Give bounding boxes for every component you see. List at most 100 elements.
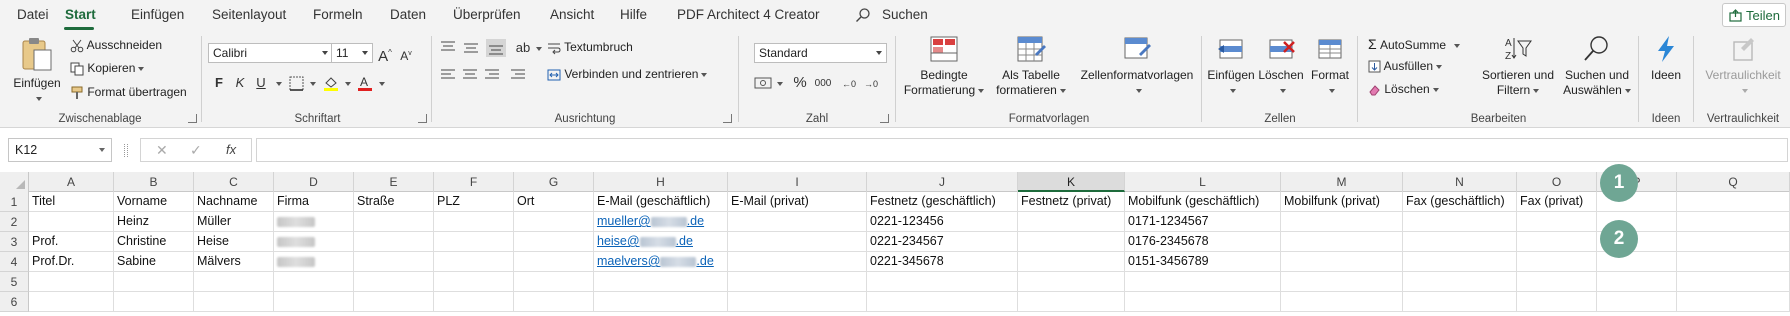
cell-b3[interactable]: Christine <box>114 232 194 252</box>
cell-c2[interactable]: Müller <box>194 212 274 232</box>
tab-pdf-architect[interactable]: PDF Architect 4 Creator <box>677 7 820 22</box>
underline-button[interactable]: U <box>253 75 269 91</box>
format-cells-button[interactable]: Format <box>1307 34 1353 98</box>
column-header-d[interactable]: D <box>274 172 354 192</box>
column-header-h[interactable]: H <box>594 172 728 192</box>
cell-c3[interactable]: Heise <box>194 232 274 252</box>
column-header-l[interactable]: L <box>1125 172 1281 192</box>
grid-cell-q4[interactable] <box>1677 252 1790 272</box>
cell-g1[interactable]: Ort <box>514 192 594 212</box>
grid-cell-o4[interactable] <box>1517 252 1597 272</box>
grid-cell-q3[interactable] <box>1677 232 1790 252</box>
grid-cell-g4[interactable] <box>514 252 594 272</box>
grid-cell-d5[interactable] <box>274 272 354 292</box>
column-header-i[interactable]: I <box>728 172 867 192</box>
confirm-entry-icon[interactable]: ✓ <box>190 142 202 159</box>
row-header-1[interactable]: 1 <box>0 192 29 212</box>
grid-cell-i3[interactable] <box>728 232 867 252</box>
tab-ansicht[interactable]: Ansicht <box>550 7 594 22</box>
grid-cell-g6[interactable] <box>514 292 594 312</box>
grid-cell-n5[interactable] <box>1403 272 1517 292</box>
grid-cell-k3[interactable] <box>1018 232 1125 252</box>
wrap-text-button[interactable]: Textumbruch <box>547 40 633 55</box>
grid-cell-o3[interactable] <box>1517 232 1597 252</box>
grid-cell-h5[interactable] <box>594 272 728 292</box>
merge-center-button[interactable]: Verbinden und zentrieren <box>547 67 708 82</box>
column-header-k[interactable]: K <box>1018 172 1125 192</box>
formula-input[interactable] <box>256 138 1788 162</box>
cell-j1[interactable]: Festnetz (geschäftlich) <box>867 192 1018 212</box>
find-select-button[interactable]: Suchen und Auswählen <box>1561 34 1633 98</box>
ideas-button[interactable]: Ideen <box>1642 34 1690 83</box>
share-button[interactable]: Teilen <box>1722 3 1786 27</box>
insert-cells-button[interactable]: Einfügen <box>1207 34 1255 98</box>
italic-button[interactable]: K <box>232 75 248 91</box>
grid-cell-k5[interactable] <box>1018 272 1125 292</box>
tab-formeln[interactable]: Formeln <box>313 7 363 22</box>
grid-cell-l5[interactable] <box>1125 272 1281 292</box>
row-header-5[interactable]: 5 <box>0 272 29 292</box>
clear-button[interactable]: Löschen <box>1368 82 1439 96</box>
grid-cell-k2[interactable] <box>1018 212 1125 232</box>
sort-filter-button[interactable]: AZ Sortieren und Filtern <box>1479 34 1557 98</box>
copy-button[interactable]: Kopieren <box>70 61 145 76</box>
format-painter-button[interactable]: Format übertragen <box>70 85 187 100</box>
cell-d3[interactable] <box>274 232 354 252</box>
grid-cell-n6[interactable] <box>1403 292 1517 312</box>
grid-cell-q6[interactable] <box>1677 292 1790 312</box>
cell-d4[interactable] <box>274 252 354 272</box>
cell-l3[interactable]: 0176-2345678 <box>1125 232 1281 252</box>
grid-cell-a6[interactable] <box>29 292 114 312</box>
grid-cell-m4[interactable] <box>1281 252 1403 272</box>
grid-cell-k4[interactable] <box>1018 252 1125 272</box>
search-box[interactable]: Suchen <box>855 4 1055 26</box>
cell-j2[interactable]: 0221-123456 <box>867 212 1018 232</box>
copy-dropdown-icon[interactable] <box>138 66 145 71</box>
column-header-n[interactable]: N <box>1403 172 1517 192</box>
paste-dropdown-icon[interactable] <box>35 96 42 101</box>
grid-cell-a5[interactable] <box>29 272 114 292</box>
grid-cell-j5[interactable] <box>867 272 1018 292</box>
grid-cell-p5[interactable] <box>1597 272 1677 292</box>
vertical-align-icons[interactable] <box>439 39 509 57</box>
column-header-g[interactable]: G <box>514 172 594 192</box>
grid-cell-n2[interactable] <box>1403 212 1517 232</box>
format-as-table-button[interactable]: Als Tabelle formatieren <box>991 34 1071 98</box>
grid-cell-f3[interactable] <box>434 232 514 252</box>
grow-font-icon[interactable]: A^ <box>377 45 393 65</box>
grid-cell-m5[interactable] <box>1281 272 1403 292</box>
currency-icon[interactable] <box>754 76 772 90</box>
fill-color-icon[interactable] <box>323 75 339 92</box>
grid-cell-i4[interactable] <box>728 252 867 272</box>
merge-dropdown-icon[interactable] <box>701 72 708 77</box>
borders-dropdown-icon[interactable] <box>310 82 316 86</box>
grid-cell-p6[interactable] <box>1597 292 1677 312</box>
horizontal-align-icons[interactable] <box>439 67 539 83</box>
tab-ueberpruefen[interactable]: Überprüfen <box>453 7 521 22</box>
number-launcher-icon[interactable] <box>880 114 889 123</box>
cell-d2[interactable] <box>274 212 354 232</box>
currency-dropdown-icon[interactable] <box>777 82 783 86</box>
grid-cell-b6[interactable] <box>114 292 194 312</box>
grid-cell-n3[interactable] <box>1403 232 1517 252</box>
cell-c1[interactable]: Nachname <box>194 192 274 212</box>
tab-start[interactable]: Start <box>65 7 96 22</box>
fill-color-dropdown-icon[interactable] <box>345 82 351 86</box>
grid-cell-e4[interactable] <box>354 252 434 272</box>
cell-b4[interactable]: Sabine <box>114 252 194 272</box>
bold-button[interactable]: F <box>211 75 227 91</box>
cell-l1[interactable]: Mobilfunk (geschäftlich) <box>1125 192 1281 212</box>
tab-hilfe[interactable]: Hilfe <box>620 7 647 22</box>
percent-button[interactable]: % <box>792 75 808 91</box>
paste-button[interactable]: Einfügen <box>12 36 62 106</box>
cancel-entry-icon[interactable]: ✕ <box>156 142 168 159</box>
number-format-select[interactable]: Standard <box>754 43 887 63</box>
grid-cell-m6[interactable] <box>1281 292 1403 312</box>
cell-a4[interactable]: Prof.Dr. <box>29 252 114 272</box>
tab-daten[interactable]: Daten <box>390 7 426 22</box>
cell-l4[interactable]: 0151-3456789 <box>1125 252 1281 272</box>
font-launcher-icon[interactable] <box>418 114 427 123</box>
cell-b2[interactable]: Heinz <box>114 212 194 232</box>
cell-j3[interactable]: 0221-234567 <box>867 232 1018 252</box>
grid-cell-q2[interactable] <box>1677 212 1790 232</box>
